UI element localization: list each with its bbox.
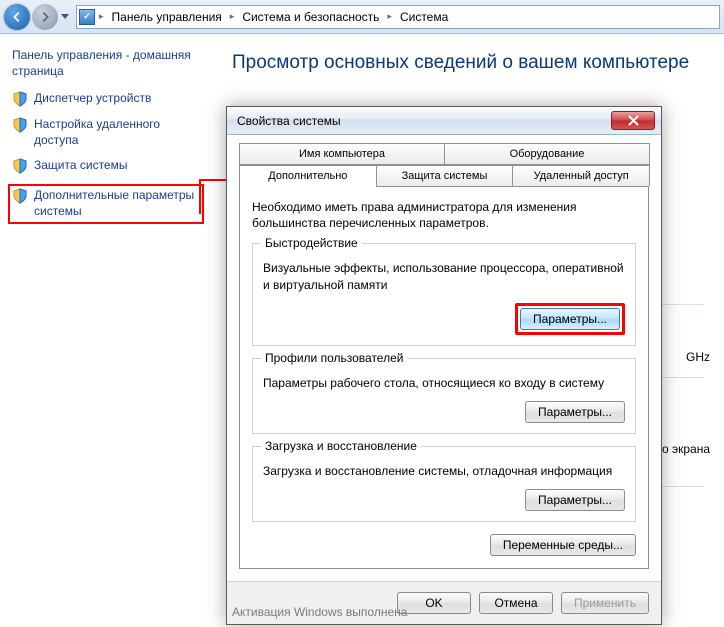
shield-icon xyxy=(12,188,28,204)
env-vars-button[interactable]: Переменные среды... xyxy=(490,534,636,556)
address-bar[interactable]: ▸ Панель управления ▸ Система и безопасн… xyxy=(76,5,720,29)
tab-remote[interactable]: Удаленный доступ xyxy=(512,165,650,186)
control-panel-icon xyxy=(79,9,95,25)
group-legend: Загрузка и восстановление xyxy=(261,439,421,453)
close-button[interactable] xyxy=(611,111,655,130)
close-icon xyxy=(628,115,639,126)
breadcrumb-item[interactable]: Панель управления xyxy=(108,10,226,24)
shield-icon xyxy=(12,117,28,133)
group-startup: Загрузка и восстановление Загрузка и вос… xyxy=(252,446,636,522)
crumb-sep-icon: ▸ xyxy=(97,11,106,22)
dialog-titlebar[interactable]: Свойства системы xyxy=(227,107,661,135)
sidebar-item-protection[interactable]: Защита системы xyxy=(12,158,200,174)
annotation-highlight: Параметры... xyxy=(515,303,625,335)
tab-strip: Имя компьютера Оборудование Дополнительн… xyxy=(239,143,649,187)
sidebar-item-device-manager[interactable]: Диспетчер устройств xyxy=(12,91,200,107)
crumb-sep-icon: ▸ xyxy=(228,11,237,22)
group-desc: Визуальные эффекты, использование процес… xyxy=(263,260,625,292)
sidebar-link[interactable]: Защита системы xyxy=(34,158,127,174)
group-desc: Загрузка и восстановление системы, отлад… xyxy=(263,463,625,479)
sidebar-link[interactable]: Диспетчер устройств xyxy=(34,91,151,107)
system-properties-dialog: Свойства системы Имя компьютера Оборудов… xyxy=(226,106,662,625)
sidebar-item-remote[interactable]: Настройка удаленного доступа xyxy=(12,117,200,148)
tab-advanced[interactable]: Дополнительно xyxy=(239,165,377,186)
dialog-body: Имя компьютера Оборудование Дополнительн… xyxy=(227,135,661,581)
sidebar-item-advanced[interactable]: Дополнительные параметры системы xyxy=(8,184,204,223)
group-profiles: Профили пользователей Параметры рабочего… xyxy=(252,358,636,434)
intro-text: Необходимо иметь права администратора дл… xyxy=(252,199,636,231)
navigation-bar: ▸ Панель управления ▸ Система и безопасн… xyxy=(0,0,724,34)
profiles-settings-button[interactable]: Параметры... xyxy=(525,401,625,423)
tab-protection[interactable]: Защита системы xyxy=(376,165,514,186)
shield-icon xyxy=(12,91,28,107)
startup-settings-button[interactable]: Параметры... xyxy=(525,489,625,511)
activation-text: Активация Windows выполнена xyxy=(232,605,407,619)
crumb-sep-icon: ▸ xyxy=(385,11,394,22)
chevron-down-icon xyxy=(61,14,69,20)
group-legend: Быстродействие xyxy=(261,236,362,250)
shield-icon xyxy=(12,158,28,174)
forward-button[interactable] xyxy=(32,4,58,30)
sidebar: Панель управления - домашняя страница Ди… xyxy=(0,34,210,627)
bg-text-screen: о экрана xyxy=(662,442,710,456)
back-button[interactable] xyxy=(4,4,30,30)
sidebar-link[interactable]: Дополнительные параметры системы xyxy=(34,188,200,219)
bg-text-ghz: GHz xyxy=(686,350,710,364)
group-desc: Параметры рабочего стола, относящиеся ко… xyxy=(263,375,625,391)
tab-computer-name[interactable]: Имя компьютера xyxy=(239,143,445,165)
sidebar-title[interactable]: Панель управления - домашняя страница xyxy=(12,48,200,79)
sidebar-link[interactable]: Настройка удаленного доступа xyxy=(34,117,200,148)
page-title: Просмотр основных сведений о вашем компь… xyxy=(232,52,724,74)
tab-panel-advanced: Необходимо иметь права администратора дл… xyxy=(239,187,649,569)
arrow-right-icon xyxy=(38,10,52,24)
group-legend: Профили пользователей xyxy=(261,351,407,365)
breadcrumb-item[interactable]: Система и безопасность xyxy=(238,10,383,24)
breadcrumb-item[interactable]: Система xyxy=(396,10,452,24)
cancel-button[interactable]: Отмена xyxy=(479,592,553,614)
nav-button-group xyxy=(4,4,72,30)
ok-button[interactable]: OK xyxy=(397,592,471,614)
dialog-title: Свойства системы xyxy=(237,114,611,128)
arrow-left-icon xyxy=(10,10,24,24)
performance-settings-button[interactable]: Параметры... xyxy=(520,308,620,330)
group-performance: Быстродействие Визуальные эффекты, испол… xyxy=(252,243,636,345)
apply-button[interactable]: Применить xyxy=(561,592,649,614)
history-dropdown[interactable] xyxy=(58,5,72,29)
tab-hardware[interactable]: Оборудование xyxy=(444,143,650,165)
